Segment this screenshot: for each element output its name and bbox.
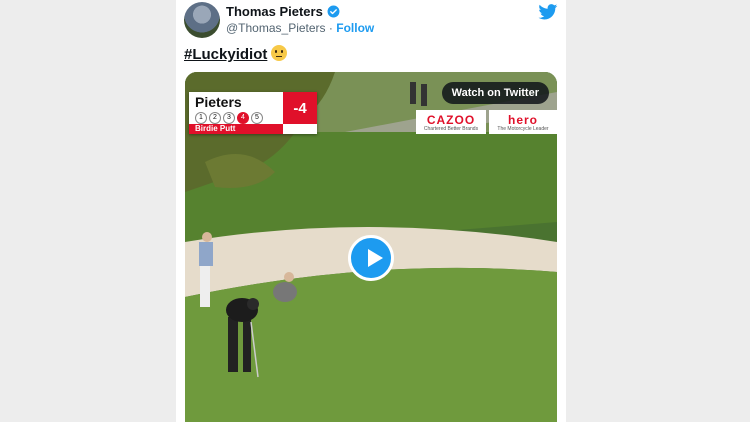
hole-4-current: 4 — [237, 112, 249, 124]
hole-2: 2 — [209, 112, 221, 124]
avatar[interactable] — [184, 2, 220, 38]
separator-dot: · — [328, 21, 333, 35]
author-row: Thomas Pieters — [226, 4, 340, 19]
twitter-bird-icon[interactable] — [538, 4, 558, 20]
follow-button[interactable]: Follow — [336, 21, 374, 35]
author-handle[interactable]: @Thomas_Pieters — [226, 21, 326, 35]
watch-on-twitter-button[interactable]: Watch on Twitter — [441, 82, 549, 104]
hole-3: 3 — [223, 112, 235, 124]
hole-1: 1 — [195, 112, 207, 124]
cazoo-logo: CAZOO — [426, 113, 476, 127]
handle-row: @Thomas_Pieters · Follow — [226, 21, 374, 35]
hero-ad-board: hero The Motorcycle Leader — [489, 110, 557, 134]
rolling-eyes-emoji-icon — [271, 45, 288, 61]
hero-tagline: The Motorcycle Leader — [497, 126, 549, 132]
hero-logo: hero — [507, 113, 538, 127]
play-icon[interactable] — [348, 235, 394, 281]
scoreboard-overlay: Pieters 1 2 3 4 5 -4 Birdie Putt — [189, 92, 317, 134]
video-player[interactable]: Pieters 1 2 3 4 5 -4 Birdie Putt CAZOO C… — [185, 72, 557, 422]
verified-icon — [327, 5, 340, 18]
hashtag-link[interactable]: #Luckyidiot — [184, 46, 267, 63]
tweet-text: #Luckyidiot — [184, 45, 288, 63]
tweet-card: Thomas Pieters @Thomas_Pieters · Follow … — [176, 0, 566, 422]
score-value: -4 — [283, 92, 317, 124]
putt-status: Birdie Putt — [189, 124, 283, 134]
player-name: Pieters — [195, 94, 242, 110]
hole-indicators: 1 2 3 4 5 — [195, 112, 263, 124]
cazoo-tagline: Chartered Better Brands — [423, 126, 479, 132]
hole-5: 5 — [251, 112, 263, 124]
author-name[interactable]: Thomas Pieters — [226, 4, 323, 19]
cazoo-ad-board: CAZOO Chartered Better Brands — [416, 110, 486, 134]
